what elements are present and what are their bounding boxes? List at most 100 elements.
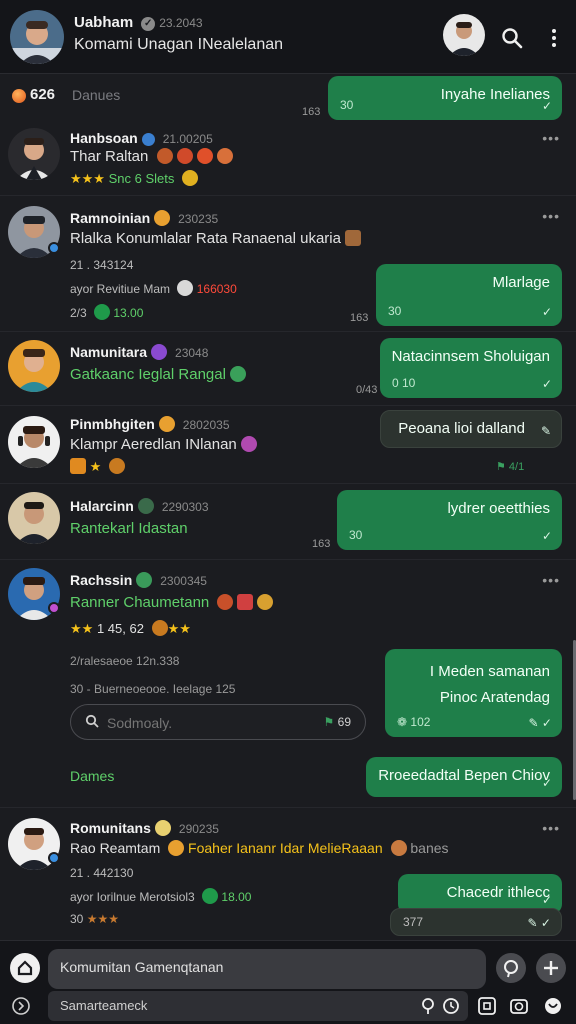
chat-title-stamp: 23.2043 [159, 16, 203, 30]
message-meta: 30 [349, 528, 363, 542]
incoming-message[interactable]: Peoana lioi dalland ✎ [380, 410, 562, 448]
emoji-icon [196, 148, 213, 164]
home-button[interactable] [10, 953, 40, 983]
message-footer: 377 ✎ ✓ [390, 908, 562, 936]
post-text-body: Rlalka Konumlalar Rata Ranaenal ukaria [70, 230, 341, 247]
read-tick-icon: ✓ [541, 377, 552, 391]
post-meta: 1 45, 62 [96, 621, 144, 636]
message-text: Mlarlage [492, 274, 550, 291]
post-meta-line: 30 ★★★ [70, 912, 119, 926]
message-meta: ❁ 102 [397, 715, 430, 729]
outgoing-message[interactable]: Rroeedadtal Bepen Chiov ✓ [366, 757, 562, 797]
home-icon [17, 960, 33, 976]
chest-icon [344, 230, 361, 246]
avatar[interactable] [8, 340, 60, 392]
message-input[interactable] [60, 959, 460, 975]
message-time-text: 4/1 [508, 461, 525, 473]
post-text-body: Klampr Aeredlan INlanan [70, 436, 237, 453]
star-rating-icon: ★★★ [70, 171, 105, 186]
add-button[interactable] [536, 953, 566, 983]
sticker-button[interactable] [496, 953, 526, 983]
message-time: 163 [312, 538, 331, 550]
post-meta-green: 18.00 [221, 890, 252, 904]
emoji-icon [216, 148, 233, 164]
message-meta: 30 [340, 98, 354, 112]
more-vertical-icon[interactable] [542, 26, 566, 50]
outgoing-message[interactable]: I Meden samanan Pinoc Aratendag ❁ 102 ✎ … [385, 649, 562, 737]
outgoing-message[interactable]: Mlarlage 30 ✓ [376, 264, 562, 326]
read-tick-icon: ✎ ✓ [528, 716, 552, 730]
emoji-icon[interactable] [542, 995, 564, 1017]
post-author-name: Ramnoinian [70, 210, 151, 226]
coin-icon [181, 170, 198, 186]
plus-icon [544, 961, 558, 975]
search-field[interactable]: ⚑ 69 [70, 704, 366, 740]
clock-icon [202, 888, 219, 904]
avatar[interactable] [8, 128, 60, 180]
message-field[interactable] [48, 949, 486, 989]
post-author: Pinmbhgiten 2802035 [70, 416, 230, 432]
post-author: Rachssin 2300345 [70, 572, 207, 588]
search-count-text: 69 [337, 715, 351, 729]
post-meta-text: ayor Iorilnue Merotsiol3 [70, 890, 195, 904]
post-text: Rantekarl Idastan [70, 520, 188, 537]
sub-input-field[interactable]: Samarteameck [48, 991, 468, 1021]
post-text: Klampr Aeredlan INlanan [70, 436, 257, 453]
post-rating: ★★★ Snc 6 Slets [70, 170, 198, 187]
post-meta-line: 2/ralesaeoe 12n.338 [70, 654, 180, 668]
more-options-icon[interactable]: ••• [542, 130, 560, 146]
camera-icon[interactable] [508, 995, 530, 1017]
message-time: 0/43 [356, 384, 378, 396]
avatar[interactable] [8, 416, 60, 468]
chevron-right-icon[interactable] [10, 995, 32, 1017]
gallery-icon[interactable] [476, 995, 498, 1017]
face-icon [177, 280, 194, 296]
emoji-icon [158, 416, 175, 432]
message-composer: Samarteameck [0, 940, 576, 1024]
post-author-name: Pinmbhgiten [70, 416, 155, 432]
online-badge-icon [48, 602, 60, 614]
search-icon[interactable] [500, 26, 524, 50]
message-meta: 377 [403, 915, 424, 929]
sub-input-text: Samarteameck [60, 998, 148, 1013]
outgoing-message[interactable]: Natacinnsem Sholuigan 0 10 ✓ [380, 338, 562, 398]
more-options-icon[interactable]: ••• [542, 208, 560, 224]
profile-avatar[interactable] [443, 14, 485, 56]
emoji-icon [137, 498, 154, 514]
clock-icon[interactable] [440, 995, 462, 1017]
list-item[interactable]: Hanbsoan 21.00205 Thar Raltan ★★★ Snc 6 S… [0, 124, 576, 196]
avatar[interactable] [8, 492, 60, 544]
verified-icon: ✓ [141, 17, 156, 31]
outgoing-message[interactable]: Inyahe Inelianes 30 ✓ [328, 76, 562, 120]
star-icon: ★ [86, 459, 105, 474]
location-icon[interactable] [418, 995, 440, 1017]
post-meta-line: 2/3 13.00 [70, 304, 143, 320]
post-author: Ramnoinian 230235 [70, 210, 218, 226]
emoji-icon [237, 594, 254, 610]
emoji-icon [217, 594, 234, 610]
message-text: Peoana lioi dalland [398, 420, 525, 437]
more-options-icon[interactable]: ••• [542, 572, 560, 588]
post-meta: 21 . 442130 [70, 866, 134, 880]
emoji-icon [154, 820, 171, 836]
post-author-name: Rachssin [70, 572, 133, 588]
search-input[interactable] [107, 713, 307, 733]
chat-header: Uabham ✓ 23.2043 Komami Unagan INealelanan [0, 0, 576, 74]
read-tick-icon: ✓ [541, 99, 552, 113]
more-options-icon[interactable]: ••• [542, 820, 560, 836]
post-author: Halarcinn 2290303 [70, 498, 209, 514]
chat-title: Uabham ✓ 23.2043 [74, 14, 203, 31]
emoji-icon [240, 436, 257, 452]
post-text-highlight: Foaher Iananr Idar MelieRaaan [188, 840, 383, 856]
outgoing-message[interactable]: lydrer oeetthies 30 ✓ [337, 490, 562, 550]
post-meta-text: ayor Revitiue Mam [70, 282, 171, 296]
message-time: ⚑ 4/1 [496, 461, 525, 473]
edit-icon: ✎ [540, 424, 551, 438]
message-time: 163 [350, 312, 369, 324]
message-time: 163 [302, 106, 321, 118]
group-avatar[interactable] [10, 10, 64, 64]
post-stamp: 230235 [178, 212, 219, 226]
read-tick-icon: ✓ [541, 529, 552, 543]
clock-icon [94, 304, 111, 320]
post-text: Gatkaanc Ieglal Rangal [70, 366, 246, 383]
